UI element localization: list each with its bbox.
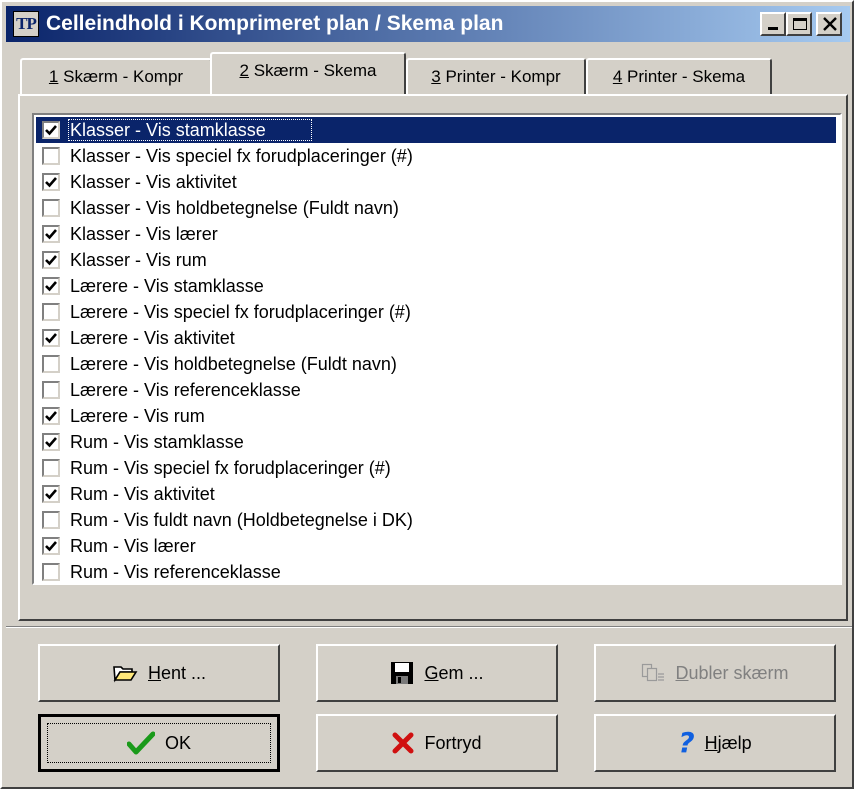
- list-item[interactable]: Rum - Vis speciel fx forudplaceringer (#…: [36, 455, 836, 481]
- list-item[interactable]: Klasser - Vis lærer: [36, 221, 836, 247]
- x-cancel-icon: [392, 732, 414, 754]
- list-item-label: Rum - Vis lærer: [70, 536, 196, 556]
- list-item[interactable]: Lærere - Vis referenceklasse: [36, 377, 836, 403]
- close-icon: [823, 17, 837, 31]
- minimize-icon: [768, 27, 778, 30]
- tab-3-printer-kompr[interactable]: 3 Printer - Kompr: [406, 58, 586, 94]
- checkbox[interactable]: [42, 329, 60, 347]
- checkbox[interactable]: [42, 537, 60, 555]
- list-item-label: Lærere - Vis speciel fx forudplaceringer…: [70, 302, 411, 322]
- focus-rect: [68, 119, 312, 141]
- list-item-label: Klasser - Vis holdbetegnelse (Fuldt navn…: [70, 198, 399, 218]
- duplicate-icon: [641, 663, 665, 683]
- fortryd-button[interactable]: Fortryd: [316, 714, 558, 772]
- folder-open-icon: [112, 663, 138, 683]
- checkbox-list[interactable]: Klasser - Vis stamklasse Klasser - Vis sp…: [32, 113, 842, 585]
- checkbox[interactable]: [42, 303, 60, 321]
- hent-button[interactable]: Hent ...: [38, 644, 280, 702]
- list-item-label: Klasser - Vis rum: [70, 250, 207, 270]
- list-item-label: Rum - Vis speciel fx forudplaceringer (#…: [70, 458, 391, 478]
- question-mark-icon: ?: [678, 726, 695, 759]
- list-item-label: Lærere - Vis holdbetegnelse (Fuldt navn): [70, 354, 397, 374]
- list-item-label: Lærere - Vis stamklasse: [70, 276, 264, 296]
- floppy-disk-icon: [390, 661, 414, 685]
- list-item-label: Klasser - Vis speciel fx forudplaceringe…: [70, 146, 413, 166]
- window-title: Celleindhold i Komprimeret plan / Skema …: [46, 12, 504, 35]
- hjaelp-button[interactable]: ? Hjælp: [594, 714, 836, 772]
- list-item[interactable]: Lærere - Vis rum: [36, 403, 836, 429]
- checkbox[interactable]: [42, 199, 60, 217]
- tab-4-printer-skema[interactable]: 4 Printer - Skema: [586, 58, 772, 94]
- checkbox[interactable]: [42, 381, 60, 399]
- close-button[interactable]: [816, 12, 842, 36]
- checkbox[interactable]: [42, 121, 60, 139]
- maximize-button[interactable]: [786, 12, 812, 36]
- list-item-label: Rum - Vis aktivitet: [70, 484, 215, 504]
- checkbox[interactable]: [42, 563, 60, 581]
- checkbox[interactable]: [42, 433, 60, 451]
- checkmark-icon: [126, 731, 155, 755]
- list-item[interactable]: Lærere - Vis aktivitet: [36, 325, 836, 351]
- maximize-icon: [793, 18, 807, 30]
- list-item-label: Rum - Vis fuldt navn (Holdbetegnelse i D…: [70, 510, 413, 530]
- app-icon: TP: [13, 11, 39, 37]
- list-item[interactable]: Rum - Vis fuldt navn (Holdbetegnelse i D…: [36, 507, 836, 533]
- list-item-label: Klasser - Vis aktivitet: [70, 172, 237, 192]
- checkbox[interactable]: [42, 459, 60, 477]
- dialog-window: TP Celleindhold i Komprimeret plan / Ske…: [0, 0, 854, 789]
- checkbox[interactable]: [42, 511, 60, 529]
- checkbox[interactable]: [42, 277, 60, 295]
- list-item-label: Lærere - Vis aktivitet: [70, 328, 235, 348]
- list-item[interactable]: Lærere - Vis speciel fx forudplaceringer…: [36, 299, 836, 325]
- checkbox[interactable]: [42, 485, 60, 503]
- list-item[interactable]: Rum - Vis lærer: [36, 533, 836, 559]
- list-item[interactable]: Lærere - Vis stamklasse: [36, 273, 836, 299]
- list-item[interactable]: Lærere - Vis holdbetegnelse (Fuldt navn): [36, 351, 836, 377]
- list-item[interactable]: Klasser - Vis aktivitet: [36, 169, 836, 195]
- list-item[interactable]: Rum - Vis stamklasse: [36, 429, 836, 455]
- minimize-button[interactable]: [760, 12, 786, 36]
- list-item-label: Lærere - Vis rum: [70, 406, 205, 426]
- list-item[interactable]: Klasser - Vis rum: [36, 247, 836, 273]
- list-item-label: Klasser - Vis lærer: [70, 224, 218, 244]
- tab-1-skaerm-kompr[interactable]: 1 Skærm - Kompr: [20, 58, 212, 94]
- list-item[interactable]: Klasser - Vis holdbetegnelse (Fuldt navn…: [36, 195, 836, 221]
- list-item[interactable]: Klasser - Vis speciel fx forudplaceringe…: [36, 143, 836, 169]
- dubler-skaerm-button[interactable]: Dubler skærm: [594, 644, 836, 702]
- checkbox[interactable]: [42, 407, 60, 425]
- list-item-label: Rum - Vis referenceklasse: [70, 562, 281, 582]
- checkbox[interactable]: [42, 225, 60, 243]
- tab-2-skaerm-skema[interactable]: 2 Skærm - Skema: [210, 52, 406, 94]
- gem-button[interactable]: Gem ...: [316, 644, 558, 702]
- checkbox[interactable]: [42, 355, 60, 373]
- separator: [6, 626, 852, 628]
- checkbox[interactable]: [42, 173, 60, 191]
- ok-button[interactable]: OK: [38, 714, 280, 772]
- title-bar[interactable]: TP Celleindhold i Komprimeret plan / Ske…: [6, 6, 850, 42]
- list-item[interactable]: Rum - Vis aktivitet: [36, 481, 836, 507]
- checkbox[interactable]: [42, 251, 60, 269]
- list-item-label: Rum - Vis stamklasse: [70, 432, 244, 452]
- list-item[interactable]: Klasser - Vis stamklasse: [36, 117, 836, 143]
- list-item-label: Lærere - Vis referenceklasse: [70, 380, 301, 400]
- list-item[interactable]: Rum - Vis referenceklasse: [36, 559, 836, 583]
- checkbox[interactable]: [42, 147, 60, 165]
